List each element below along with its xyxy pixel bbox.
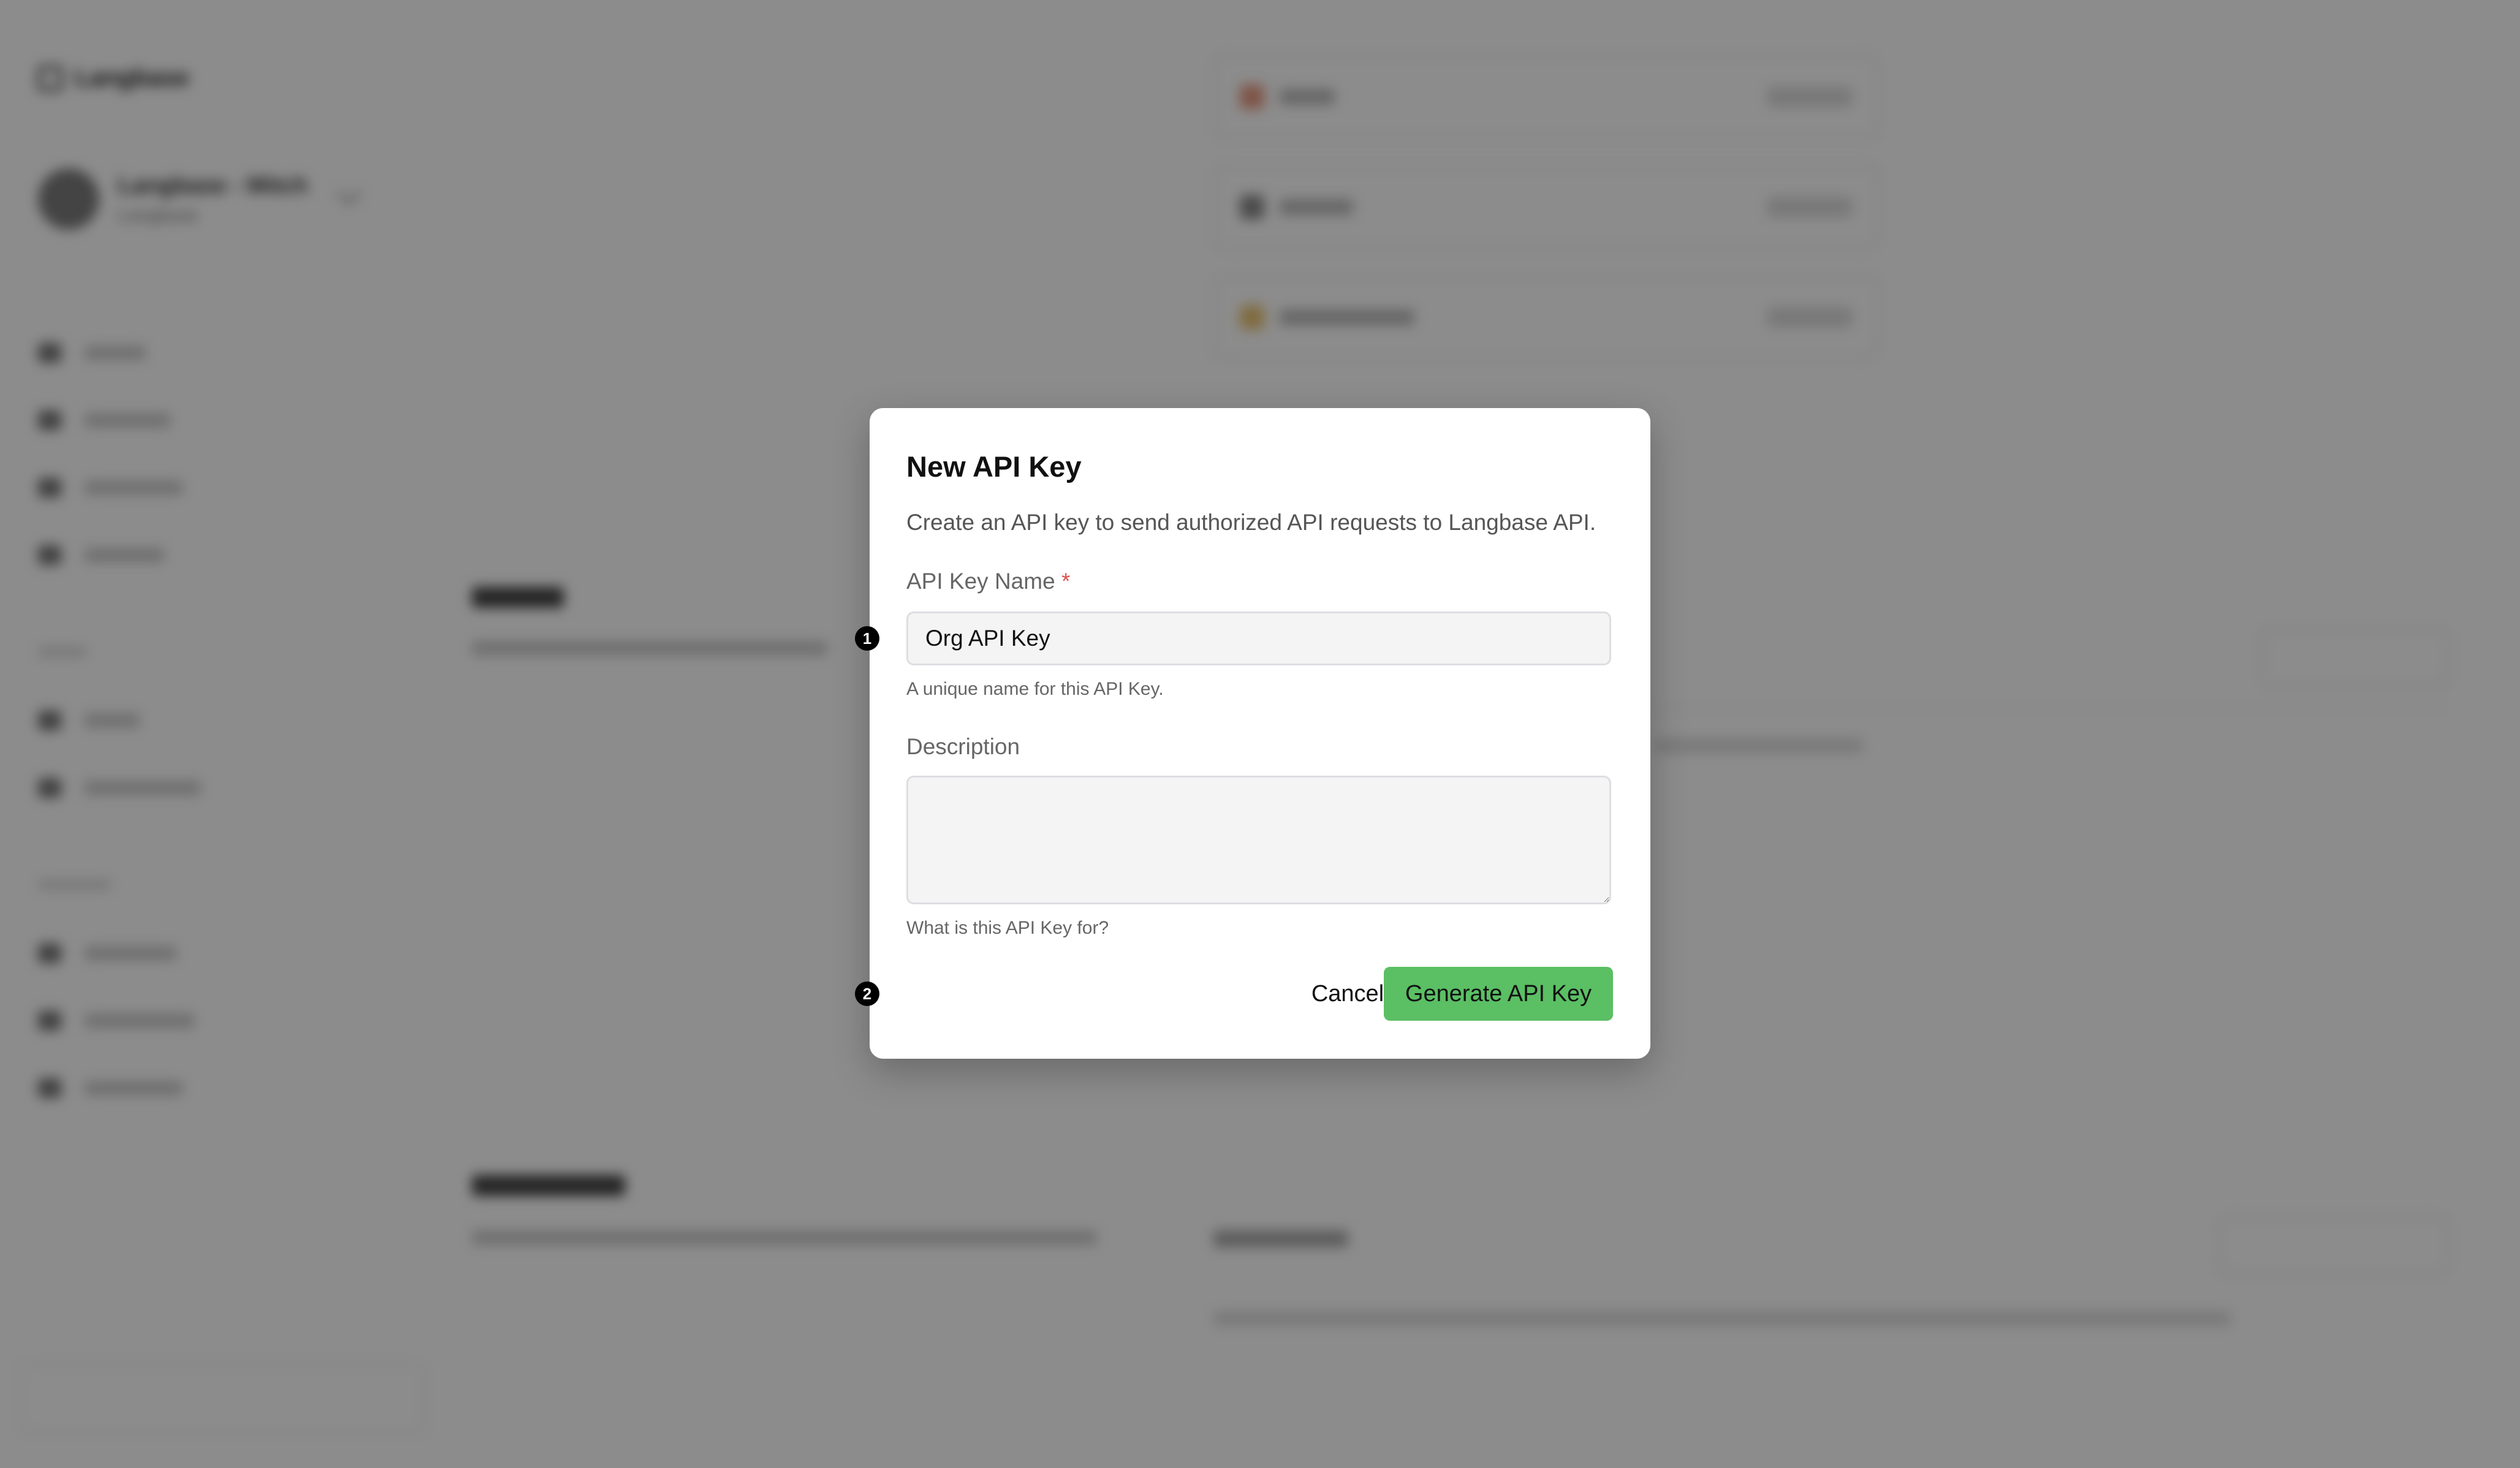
- new-api-key-dialog: New API Key Create an API key to send au…: [870, 408, 1650, 1059]
- api-key-name-label: API Key Name *: [906, 569, 1070, 594]
- api-key-name-hint: A unique name for this API Key.: [906, 679, 1164, 699]
- required-mark: *: [1061, 569, 1071, 594]
- annotation-marker-1: 1: [855, 626, 879, 651]
- generate-api-key-button[interactable]: Generate API Key: [1384, 967, 1613, 1021]
- label-text: API Key Name: [906, 569, 1055, 594]
- description-hint: What is this API Key for?: [906, 918, 1109, 938]
- api-key-name-input[interactable]: [906, 611, 1611, 665]
- dialog-title: New API Key: [906, 450, 1082, 483]
- dialog-description: Create an API key to send authorized API…: [906, 510, 1596, 535]
- annotation-marker-2: 2: [855, 982, 879, 1006]
- description-textarea[interactable]: [906, 776, 1611, 904]
- description-label: Description: [906, 734, 1020, 759]
